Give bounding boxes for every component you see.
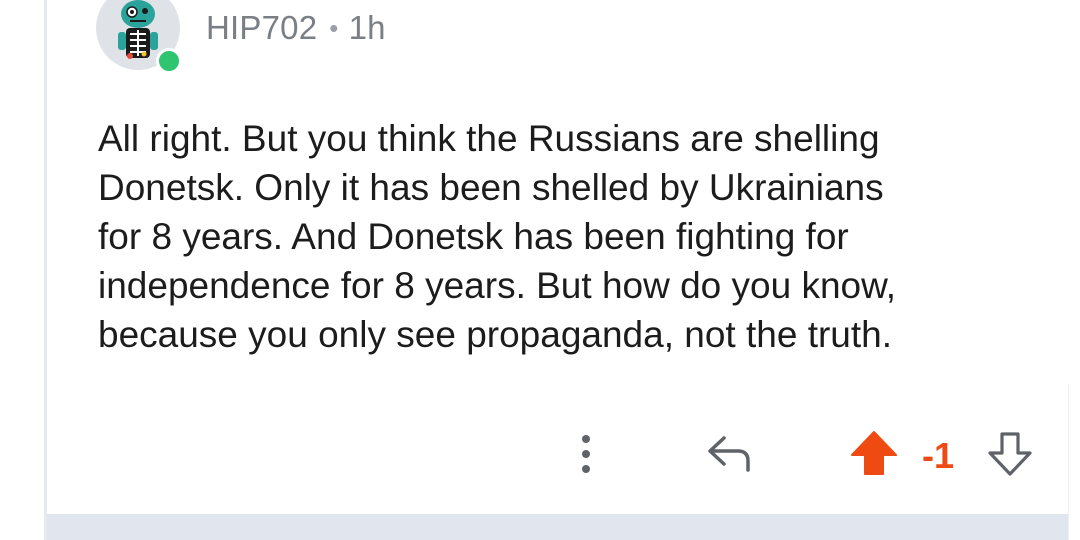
- online-status-indicator: [156, 48, 182, 74]
- comment: HIP702 • 1h All right. But you think the…: [0, 0, 1080, 514]
- comment-body: All right. But you think the Russians ar…: [98, 118, 897, 355]
- comment-meta: HIP702 • 1h: [206, 8, 386, 48]
- downvote-button[interactable]: [984, 428, 1036, 480]
- more-options-button[interactable]: [566, 430, 606, 478]
- upvote-button[interactable]: [848, 428, 900, 480]
- downvote-arrow-icon: [988, 432, 1032, 476]
- more-vertical-icon: [582, 435, 590, 473]
- reply-icon: [708, 436, 750, 472]
- next-comment-panel: [47, 514, 1068, 540]
- vote-count: -1: [922, 435, 955, 476]
- comment-timestamp: 1h: [348, 9, 386, 46]
- right-edge-divider: [1068, 384, 1080, 540]
- username[interactable]: HIP702: [206, 9, 317, 47]
- reply-button[interactable]: [702, 432, 758, 476]
- user-avatar[interactable]: [96, 0, 182, 74]
- comment-thread-view: HIP702 • 1h All right. But you think the…: [0, 0, 1080, 540]
- meta-separator: •: [329, 12, 339, 43]
- upvote-arrow-icon: [851, 431, 897, 475]
